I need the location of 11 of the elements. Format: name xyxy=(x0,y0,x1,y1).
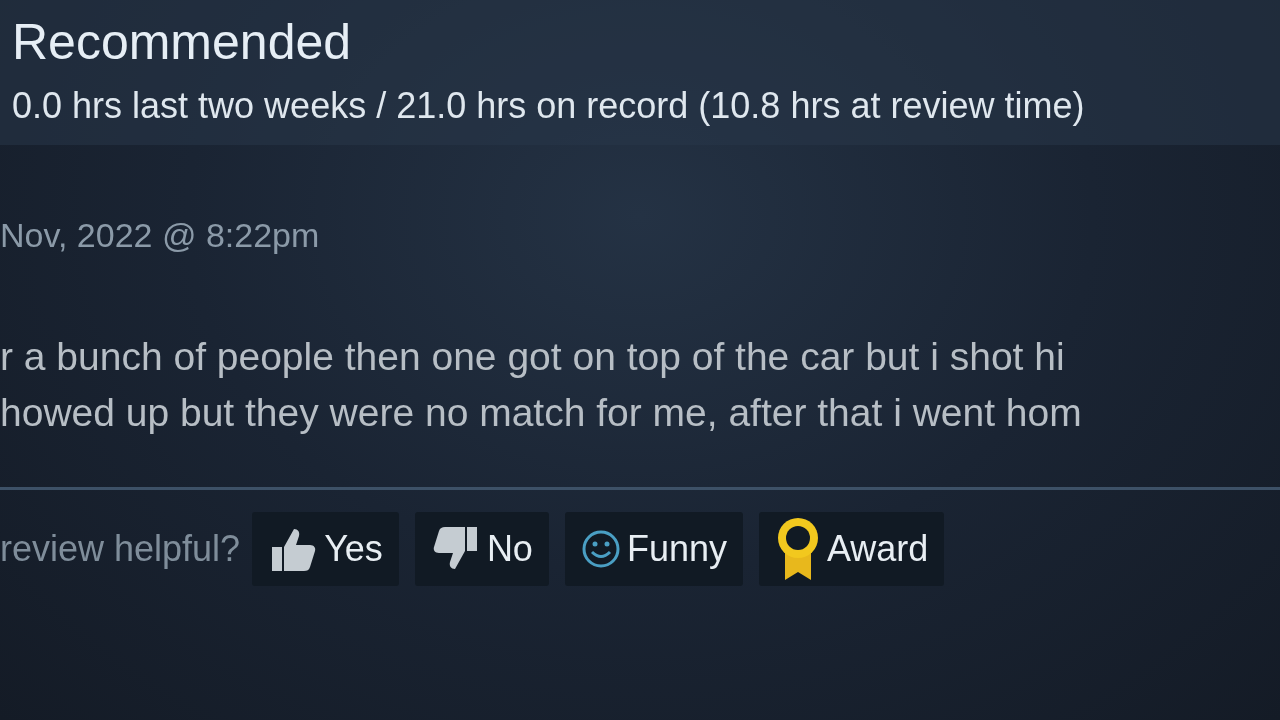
review-text-line: howed up but they were no match for me, after that i went hom xyxy=(0,390,1083,436)
smiley-icon xyxy=(580,529,621,569)
playtime-text: 0.0 hrs last two weeks / 21.0 hrs on record (10.8 hrs at review time) xyxy=(12,84,1086,128)
review-verdict: Recommended xyxy=(12,14,353,70)
review-text-line: r a bunch of people then one got on top of the car but i shot hi xyxy=(0,334,1066,380)
award-vote-button[interactable]: Award xyxy=(758,512,945,586)
helpful-prompt: review helpful? xyxy=(0,527,241,571)
no-vote-button[interactable]: No xyxy=(414,512,549,586)
yes-vote-button[interactable]: Yes xyxy=(252,512,399,586)
posted-date: Nov, 2022 @ 8:22pm xyxy=(0,215,321,255)
funny-vote-button[interactable]: Funny xyxy=(564,512,743,586)
